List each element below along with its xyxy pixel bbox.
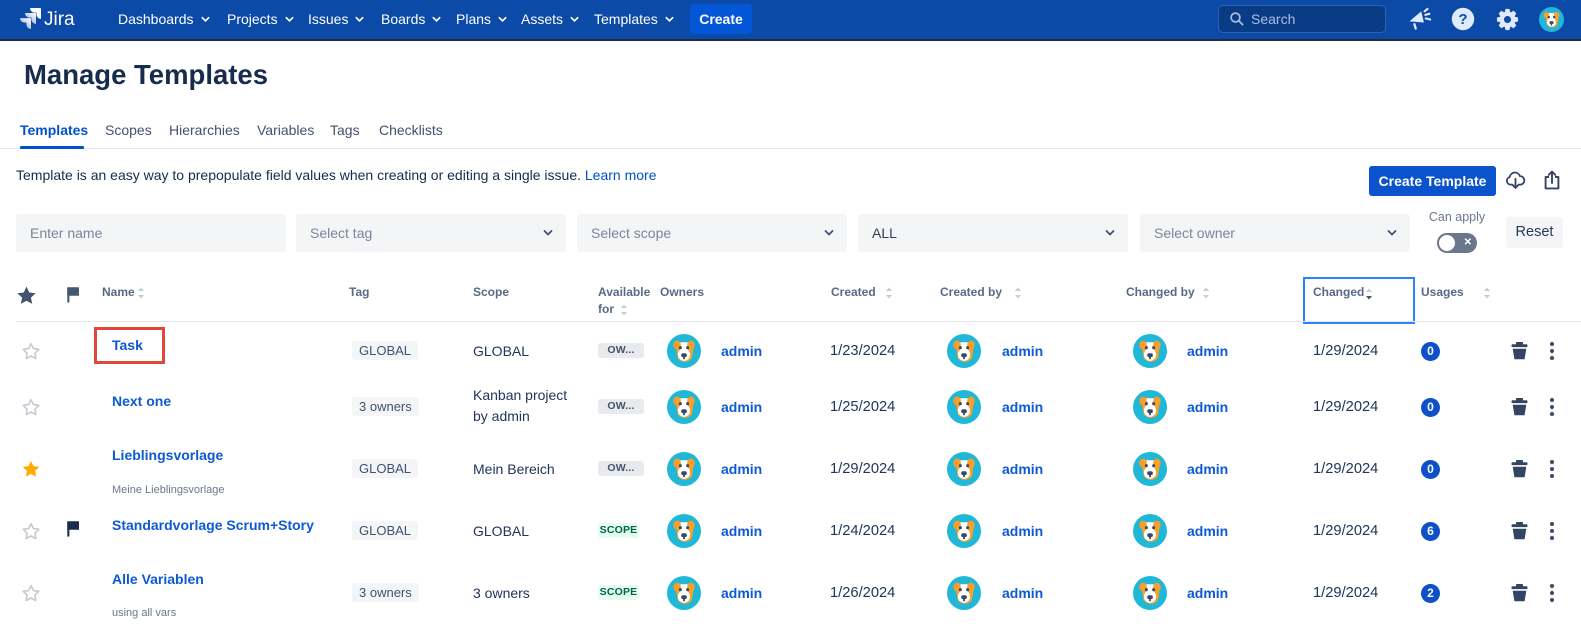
svg-text:?: ?: [1458, 11, 1467, 28]
